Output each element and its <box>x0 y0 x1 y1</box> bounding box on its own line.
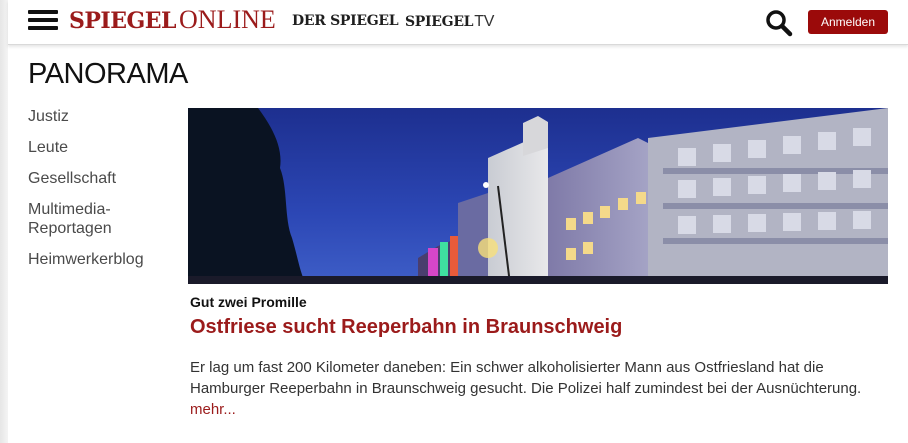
article-teaser: Er lag um fast 200 Kilometer daneben: Ei… <box>190 357 890 420</box>
site-header: SPIEGEL ONLINE DER SPIEGEL SPIEGELTV Anm… <box>8 0 908 45</box>
search-icon[interactable] <box>765 9 793 37</box>
logo-light-text: ONLINE <box>179 5 276 34</box>
page-left-gutter <box>0 0 8 443</box>
read-more-link[interactable]: mehr... <box>190 401 236 418</box>
subnav-item-gesellschaft[interactable]: Gesellschaft <box>28 169 178 188</box>
login-button[interactable]: Anmelden <box>808 10 888 34</box>
spiegel-online-logo[interactable]: SPIEGEL ONLINE <box>69 5 276 35</box>
subnav-item-multimedia-reportagen[interactable]: Multimedia- Reportagen <box>28 200 178 238</box>
spiegel-tv-bold: SPIEGEL <box>405 14 474 30</box>
section-subnav: Justiz Leute Gesellschaft Multimedia- Re… <box>28 107 178 281</box>
spiegel-tv-light: TV <box>474 13 495 30</box>
subnav-item-justiz[interactable]: Justiz <box>28 107 178 126</box>
article-hero-image[interactable] <box>188 108 888 284</box>
section-title: PANORAMA <box>28 58 188 90</box>
der-spiegel-link[interactable]: DER SPIEGEL <box>292 13 399 29</box>
subnav-item-heimwerkerblog[interactable]: Heimwerkerblog <box>28 250 178 269</box>
spiegel-tv-link[interactable]: SPIEGELTV <box>405 13 494 31</box>
subnav-item-leute[interactable]: Leute <box>28 138 178 157</box>
article-kicker: Gut zwei Promille <box>190 294 307 310</box>
article-teaser-text: Er lag um fast 200 Kilometer daneben: Ei… <box>190 359 862 397</box>
page: SPIEGEL ONLINE DER SPIEGEL SPIEGELTV Anm… <box>8 0 908 443</box>
logo-bold-text: SPIEGEL <box>69 8 177 34</box>
hamburger-menu-icon[interactable] <box>28 10 58 30</box>
article-headline[interactable]: Ostfriese sucht Reeperbahn in Braunschwe… <box>190 316 622 339</box>
